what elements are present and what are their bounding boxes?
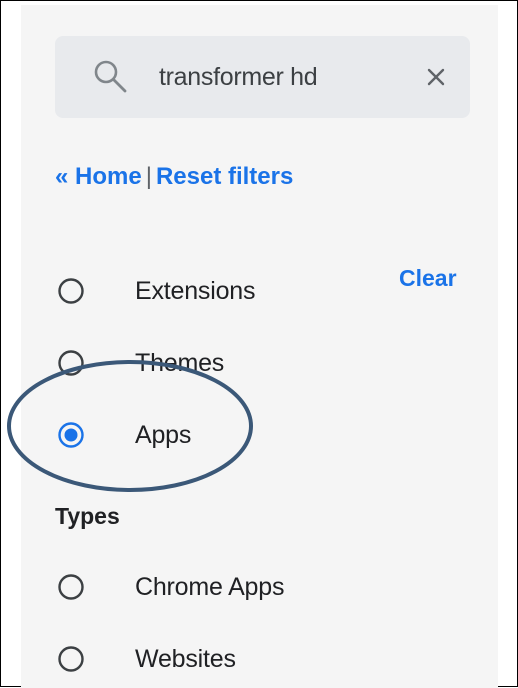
clear-filter-link[interactable]: Clear [399, 265, 457, 292]
search-icon[interactable] [92, 58, 128, 94]
filter-option-label: Extensions [135, 277, 256, 305]
screenshot-frame: « Home|Reset filters Clear Extensions Th… [0, 0, 518, 688]
filter-option-label: Chrome Apps [135, 573, 285, 601]
filter-option-websites[interactable]: Websites [57, 639, 377, 679]
filter-option-extensions[interactable]: Extensions [57, 271, 377, 311]
filter-option-label: Websites [135, 645, 236, 673]
home-link[interactable]: « Home [55, 163, 142, 190]
filter-option-chrome-apps[interactable]: Chrome Apps [57, 567, 377, 607]
radio-unselected-icon[interactable] [57, 277, 85, 305]
reset-filters-link[interactable]: Reset filters [156, 163, 293, 190]
radio-unselected-icon[interactable] [57, 349, 85, 377]
filter-option-themes[interactable]: Themes [57, 343, 377, 383]
filter-option-label: Apps [135, 421, 192, 449]
radio-unselected-icon[interactable] [57, 573, 85, 601]
close-icon[interactable] [423, 64, 449, 90]
types-heading: Types [55, 503, 120, 529]
breadcrumb: « Home | Reset filters [55, 163, 293, 191]
breadcrumb-separator: | [145, 163, 152, 190]
search-box[interactable] [55, 36, 470, 118]
filter-option-apps[interactable]: Apps [57, 415, 377, 455]
search-input[interactable] [159, 60, 409, 94]
filter-sidebar: « Home|Reset filters Clear Extensions Th… [21, 5, 498, 688]
filter-option-label: Themes [135, 349, 225, 377]
radio-unselected-icon[interactable] [57, 645, 85, 673]
radio-selected-icon[interactable] [57, 421, 85, 449]
